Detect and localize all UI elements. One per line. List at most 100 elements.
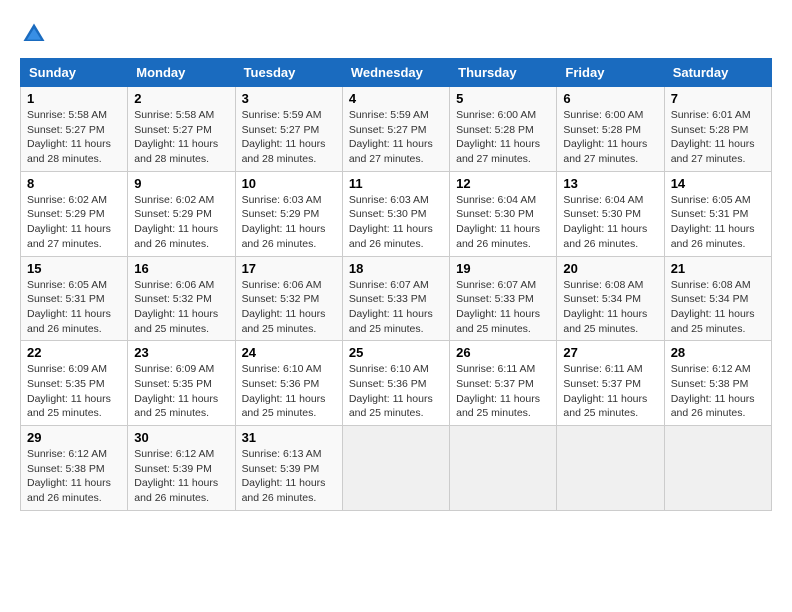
day-info: Sunrise: 6:12 AMSunset: 5:38 PMDaylight:… (671, 363, 755, 419)
day-info: Sunrise: 6:05 AMSunset: 5:31 PMDaylight:… (27, 279, 111, 335)
calendar-cell (557, 426, 664, 511)
day-number: 19 (456, 261, 550, 276)
calendar-cell (342, 426, 449, 511)
day-number: 27 (563, 345, 657, 360)
day-info: Sunrise: 6:09 AMSunset: 5:35 PMDaylight:… (134, 363, 218, 419)
day-info: Sunrise: 6:12 AMSunset: 5:38 PMDaylight:… (27, 448, 111, 504)
calendar-cell: 18 Sunrise: 6:07 AMSunset: 5:33 PMDaylig… (342, 256, 449, 341)
day-info: Sunrise: 6:08 AMSunset: 5:34 PMDaylight:… (563, 279, 647, 335)
calendar-cell: 20 Sunrise: 6:08 AMSunset: 5:34 PMDaylig… (557, 256, 664, 341)
day-number: 4 (349, 91, 443, 106)
day-number: 6 (563, 91, 657, 106)
day-info: Sunrise: 6:11 AMSunset: 5:37 PMDaylight:… (563, 363, 647, 419)
calendar-cell: 14 Sunrise: 6:05 AMSunset: 5:31 PMDaylig… (664, 171, 771, 256)
weekday-header-wednesday: Wednesday (342, 59, 449, 87)
calendar-cell: 21 Sunrise: 6:08 AMSunset: 5:34 PMDaylig… (664, 256, 771, 341)
weekday-header-friday: Friday (557, 59, 664, 87)
calendar-cell: 11 Sunrise: 6:03 AMSunset: 5:30 PMDaylig… (342, 171, 449, 256)
day-number: 10 (242, 176, 336, 191)
day-info: Sunrise: 6:01 AMSunset: 5:28 PMDaylight:… (671, 109, 755, 165)
day-number: 8 (27, 176, 121, 191)
day-number: 21 (671, 261, 765, 276)
day-number: 2 (134, 91, 228, 106)
day-info: Sunrise: 6:04 AMSunset: 5:30 PMDaylight:… (456, 194, 540, 250)
day-number: 15 (27, 261, 121, 276)
day-number: 18 (349, 261, 443, 276)
day-number: 5 (456, 91, 550, 106)
calendar-cell: 29 Sunrise: 6:12 AMSunset: 5:38 PMDaylig… (21, 426, 128, 511)
calendar-cell: 8 Sunrise: 6:02 AMSunset: 5:29 PMDayligh… (21, 171, 128, 256)
day-info: Sunrise: 6:10 AMSunset: 5:36 PMDaylight:… (349, 363, 433, 419)
day-number: 30 (134, 430, 228, 445)
calendar-cell: 5 Sunrise: 6:00 AMSunset: 5:28 PMDayligh… (450, 87, 557, 172)
calendar-cell: 12 Sunrise: 6:04 AMSunset: 5:30 PMDaylig… (450, 171, 557, 256)
day-info: Sunrise: 6:07 AMSunset: 5:33 PMDaylight:… (456, 279, 540, 335)
calendar-week-2: 8 Sunrise: 6:02 AMSunset: 5:29 PMDayligh… (21, 171, 772, 256)
calendar-cell: 2 Sunrise: 5:58 AMSunset: 5:27 PMDayligh… (128, 87, 235, 172)
calendar-cell: 13 Sunrise: 6:04 AMSunset: 5:30 PMDaylig… (557, 171, 664, 256)
calendar-cell: 16 Sunrise: 6:06 AMSunset: 5:32 PMDaylig… (128, 256, 235, 341)
day-info: Sunrise: 6:11 AMSunset: 5:37 PMDaylight:… (456, 363, 540, 419)
calendar-cell: 7 Sunrise: 6:01 AMSunset: 5:28 PMDayligh… (664, 87, 771, 172)
day-info: Sunrise: 6:09 AMSunset: 5:35 PMDaylight:… (27, 363, 111, 419)
calendar-cell: 10 Sunrise: 6:03 AMSunset: 5:29 PMDaylig… (235, 171, 342, 256)
day-info: Sunrise: 6:04 AMSunset: 5:30 PMDaylight:… (563, 194, 647, 250)
day-number: 13 (563, 176, 657, 191)
day-number: 23 (134, 345, 228, 360)
day-number: 31 (242, 430, 336, 445)
calendar-cell (664, 426, 771, 511)
calendar-cell: 6 Sunrise: 6:00 AMSunset: 5:28 PMDayligh… (557, 87, 664, 172)
day-number: 26 (456, 345, 550, 360)
calendar-cell: 28 Sunrise: 6:12 AMSunset: 5:38 PMDaylig… (664, 341, 771, 426)
day-info: Sunrise: 6:06 AMSunset: 5:32 PMDaylight:… (134, 279, 218, 335)
day-info: Sunrise: 6:12 AMSunset: 5:39 PMDaylight:… (134, 448, 218, 504)
calendar-cell: 25 Sunrise: 6:10 AMSunset: 5:36 PMDaylig… (342, 341, 449, 426)
day-number: 28 (671, 345, 765, 360)
day-number: 25 (349, 345, 443, 360)
day-info: Sunrise: 6:02 AMSunset: 5:29 PMDaylight:… (27, 194, 111, 250)
day-number: 12 (456, 176, 550, 191)
calendar-week-1: 1 Sunrise: 5:58 AMSunset: 5:27 PMDayligh… (21, 87, 772, 172)
calendar-cell: 26 Sunrise: 6:11 AMSunset: 5:37 PMDaylig… (450, 341, 557, 426)
calendar-cell: 27 Sunrise: 6:11 AMSunset: 5:37 PMDaylig… (557, 341, 664, 426)
calendar-cell: 4 Sunrise: 5:59 AMSunset: 5:27 PMDayligh… (342, 87, 449, 172)
day-info: Sunrise: 6:02 AMSunset: 5:29 PMDaylight:… (134, 194, 218, 250)
day-info: Sunrise: 6:00 AMSunset: 5:28 PMDaylight:… (456, 109, 540, 165)
day-info: Sunrise: 6:13 AMSunset: 5:39 PMDaylight:… (242, 448, 326, 504)
calendar-cell: 1 Sunrise: 5:58 AMSunset: 5:27 PMDayligh… (21, 87, 128, 172)
weekday-header-thursday: Thursday (450, 59, 557, 87)
day-info: Sunrise: 6:08 AMSunset: 5:34 PMDaylight:… (671, 279, 755, 335)
day-info: Sunrise: 6:05 AMSunset: 5:31 PMDaylight:… (671, 194, 755, 250)
day-info: Sunrise: 5:59 AMSunset: 5:27 PMDaylight:… (349, 109, 433, 165)
day-info: Sunrise: 6:07 AMSunset: 5:33 PMDaylight:… (349, 279, 433, 335)
day-info: Sunrise: 5:59 AMSunset: 5:27 PMDaylight:… (242, 109, 326, 165)
calendar-week-4: 22 Sunrise: 6:09 AMSunset: 5:35 PMDaylig… (21, 341, 772, 426)
day-number: 1 (27, 91, 121, 106)
day-info: Sunrise: 6:03 AMSunset: 5:29 PMDaylight:… (242, 194, 326, 250)
calendar-cell: 15 Sunrise: 6:05 AMSunset: 5:31 PMDaylig… (21, 256, 128, 341)
day-info: Sunrise: 6:06 AMSunset: 5:32 PMDaylight:… (242, 279, 326, 335)
calendar-week-3: 15 Sunrise: 6:05 AMSunset: 5:31 PMDaylig… (21, 256, 772, 341)
calendar-cell: 23 Sunrise: 6:09 AMSunset: 5:35 PMDaylig… (128, 341, 235, 426)
weekday-header-tuesday: Tuesday (235, 59, 342, 87)
calendar-cell: 22 Sunrise: 6:09 AMSunset: 5:35 PMDaylig… (21, 341, 128, 426)
day-number: 17 (242, 261, 336, 276)
calendar-cell: 3 Sunrise: 5:59 AMSunset: 5:27 PMDayligh… (235, 87, 342, 172)
day-number: 14 (671, 176, 765, 191)
day-info: Sunrise: 6:10 AMSunset: 5:36 PMDaylight:… (242, 363, 326, 419)
day-number: 20 (563, 261, 657, 276)
calendar-cell: 9 Sunrise: 6:02 AMSunset: 5:29 PMDayligh… (128, 171, 235, 256)
logo-icon (20, 20, 48, 48)
calendar-cell: 30 Sunrise: 6:12 AMSunset: 5:39 PMDaylig… (128, 426, 235, 511)
calendar-cell: 17 Sunrise: 6:06 AMSunset: 5:32 PMDaylig… (235, 256, 342, 341)
calendar-cell: 24 Sunrise: 6:10 AMSunset: 5:36 PMDaylig… (235, 341, 342, 426)
calendar-week-5: 29 Sunrise: 6:12 AMSunset: 5:38 PMDaylig… (21, 426, 772, 511)
logo (20, 20, 52, 48)
day-number: 24 (242, 345, 336, 360)
day-number: 16 (134, 261, 228, 276)
calendar-cell: 31 Sunrise: 6:13 AMSunset: 5:39 PMDaylig… (235, 426, 342, 511)
calendar-table: SundayMondayTuesdayWednesdayThursdayFrid… (20, 58, 772, 511)
day-info: Sunrise: 6:03 AMSunset: 5:30 PMDaylight:… (349, 194, 433, 250)
day-number: 11 (349, 176, 443, 191)
day-info: Sunrise: 5:58 AMSunset: 5:27 PMDaylight:… (134, 109, 218, 165)
